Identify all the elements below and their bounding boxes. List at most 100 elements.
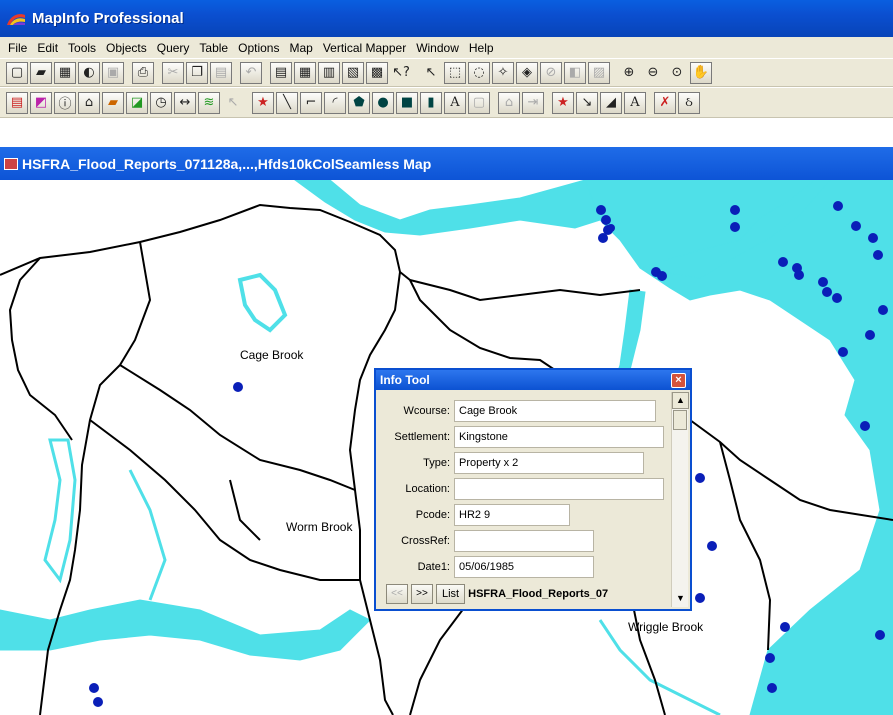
field-value-wcourse[interactable]: Cage Brook	[454, 400, 656, 422]
menu-edit[interactable]: Edit	[37, 41, 58, 55]
add-node-icon[interactable]: ⇥	[522, 91, 544, 114]
info-tool-title: Info Tool	[380, 373, 430, 387]
ruler-icon[interactable]: ◷	[150, 91, 172, 114]
region-style-icon[interactable]: ◢	[600, 91, 622, 114]
drawing-toolbar: ▤ ◩ ⓘ ⌂ ▰ ◪ ◷ ↔ ≋ ↖ ★ ╲ ⌐ ◜ ⬟ ● ■ ▮ A ▢ …	[0, 87, 893, 118]
new-mapper-icon[interactable]: ▦	[294, 61, 316, 84]
scroll-up-icon[interactable]: ▲	[672, 392, 689, 409]
scroll-thumb[interactable]	[673, 410, 687, 430]
map-window-titlebar: HSFRA_Flood_Reports_071128a,...,Hfds10kC…	[0, 147, 893, 180]
new-grapher-icon[interactable]: ▥	[318, 61, 340, 84]
tool-a-icon[interactable]: ✗	[654, 91, 676, 114]
field-row-type: Type: Property x 2	[376, 452, 644, 474]
map-window-icon	[4, 157, 18, 170]
symbol-style-icon[interactable]: ★	[552, 91, 574, 114]
map-label-worm-brook: Worm Brook	[286, 520, 353, 534]
field-value-date1[interactable]: 05/06/1985	[454, 556, 594, 578]
menu-query[interactable]: Query	[157, 41, 190, 55]
info-tool-footer: << >> List HSFRA_Flood_Reports_07	[376, 581, 672, 607]
app-titlebar: MapInfo Professional	[0, 0, 893, 37]
menu-file[interactable]: File	[8, 41, 27, 55]
list-button[interactable]: List	[436, 584, 466, 604]
menu-vertical-mapper[interactable]: Vertical Mapper	[323, 41, 406, 55]
field-value-location[interactable]	[454, 478, 664, 500]
close-icon[interactable]: ×	[671, 372, 686, 388]
field-label: Type:	[423, 457, 450, 469]
polyline-icon[interactable]: ⌐	[300, 91, 322, 114]
field-row-settlement: Settlement: Kingstone	[376, 426, 664, 448]
polygon-select-icon[interactable]: ✧	[492, 61, 514, 84]
frame-icon[interactable]: ▢	[468, 91, 490, 114]
save-icon[interactable]: ▣	[102, 61, 124, 84]
new-layout-icon[interactable]: ▧	[342, 61, 364, 84]
rounded-rectangle-icon[interactable]: ▮	[420, 91, 442, 114]
invert-select-icon[interactable]: ◧	[564, 61, 586, 84]
menu-objects[interactable]: Objects	[106, 41, 147, 55]
boundary-select-icon[interactable]: ◈	[516, 61, 538, 84]
menu-options[interactable]: Options	[238, 41, 279, 55]
legend-icon[interactable]: ↔	[174, 91, 196, 114]
tool-b-icon[interactable]: ઠ	[678, 91, 700, 114]
menu-tools[interactable]: Tools	[68, 41, 96, 55]
open-workspace-icon[interactable]: ▦	[54, 61, 76, 84]
text-icon[interactable]: A	[444, 91, 466, 114]
field-value-type[interactable]: Property x 2	[454, 452, 644, 474]
radius-select-icon[interactable]: ◌	[468, 61, 490, 84]
menubar: File Edit Tools Objects Query Table Opti…	[0, 37, 893, 58]
field-row-location: Location:	[376, 478, 664, 500]
info-tool-titlebar: Info Tool ×	[376, 370, 690, 390]
zoom-out-icon[interactable]: ⊖	[642, 62, 664, 84]
field-value-pcode[interactable]: HR2 9	[454, 504, 570, 526]
grabber-icon[interactable]: ✋	[690, 61, 712, 84]
symbol-icon[interactable]: ★	[252, 91, 274, 114]
thematic-icon[interactable]: ◩	[30, 91, 52, 114]
arc-icon[interactable]: ◜	[324, 91, 346, 114]
text-style-icon[interactable]: A	[624, 91, 646, 114]
pointer-icon[interactable]: ↖	[222, 92, 244, 114]
field-value-crossref[interactable]	[454, 530, 594, 552]
line-icon[interactable]: ╲	[276, 91, 298, 114]
paste-icon[interactable]: ▤	[210, 61, 232, 84]
field-label: CrossRef:	[401, 535, 450, 547]
main-toolbar: ▢ ▰ ▦ ◐ ▣ ⎙ ✂ ❐ ▤ ↶ ▤ ▦ ▥ ▧ ▩ ↖? ↖ ⬚ ◌ ✧…	[0, 58, 893, 87]
map-label-wriggle-brook: Wriggle Brook	[628, 620, 704, 634]
copy-icon[interactable]: ❐	[186, 61, 208, 84]
hotlink-icon[interactable]: ⌂	[78, 91, 100, 114]
ellipse-icon[interactable]: ●	[372, 91, 394, 114]
undo-icon[interactable]: ↶	[240, 61, 262, 84]
info-icon[interactable]: ⓘ	[54, 91, 76, 114]
open-icon[interactable]: ▰	[30, 61, 52, 84]
menu-table[interactable]: Table	[199, 41, 228, 55]
menu-map[interactable]: Map	[289, 41, 312, 55]
help-icon[interactable]: ↖?	[390, 62, 412, 84]
rectangle-icon[interactable]: ■	[396, 91, 418, 114]
graph-select-icon[interactable]: ▨	[588, 61, 610, 84]
new-redistrict-icon[interactable]: ▩	[366, 61, 388, 84]
line-style-icon[interactable]: ↘	[576, 91, 598, 114]
drag-map-icon[interactable]: ◪	[126, 91, 148, 114]
change-view-icon[interactable]: ⊙	[666, 62, 688, 84]
zoom-in-icon[interactable]: ⊕	[618, 62, 640, 84]
polygon-icon[interactable]: ⬟	[348, 91, 370, 114]
info-tool-scrollbar[interactable]: ▲ ▼	[671, 392, 689, 607]
open-dbms-icon[interactable]: ◐	[78, 61, 100, 84]
menu-help[interactable]: Help	[469, 41, 494, 55]
label-icon[interactable]: ▰	[102, 91, 124, 114]
cut-icon[interactable]: ✂	[162, 61, 184, 84]
field-value-settlement[interactable]: Kingstone	[454, 426, 664, 448]
layer-control-icon[interactable]: ▤	[6, 91, 28, 114]
new-icon[interactable]: ▢	[6, 61, 28, 84]
statistics-icon[interactable]: ≋	[198, 91, 220, 114]
marquee-select-icon[interactable]: ⬚	[444, 61, 466, 84]
app-title: MapInfo Professional	[32, 10, 184, 27]
new-browser-icon[interactable]: ▤	[270, 61, 292, 84]
select-icon[interactable]: ↖	[420, 62, 442, 84]
unselect-icon[interactable]: ⊘	[540, 61, 562, 84]
reshape-icon[interactable]: ⌂	[498, 91, 520, 114]
next-record-button[interactable]: >>	[411, 584, 433, 604]
info-tool-table-name: HSFRA_Flood_Reports_07	[468, 588, 609, 600]
print-icon[interactable]: ⎙	[132, 61, 154, 84]
previous-record-button[interactable]: <<	[386, 584, 408, 604]
scroll-down-icon[interactable]: ▼	[672, 590, 689, 607]
menu-window[interactable]: Window	[416, 41, 459, 55]
